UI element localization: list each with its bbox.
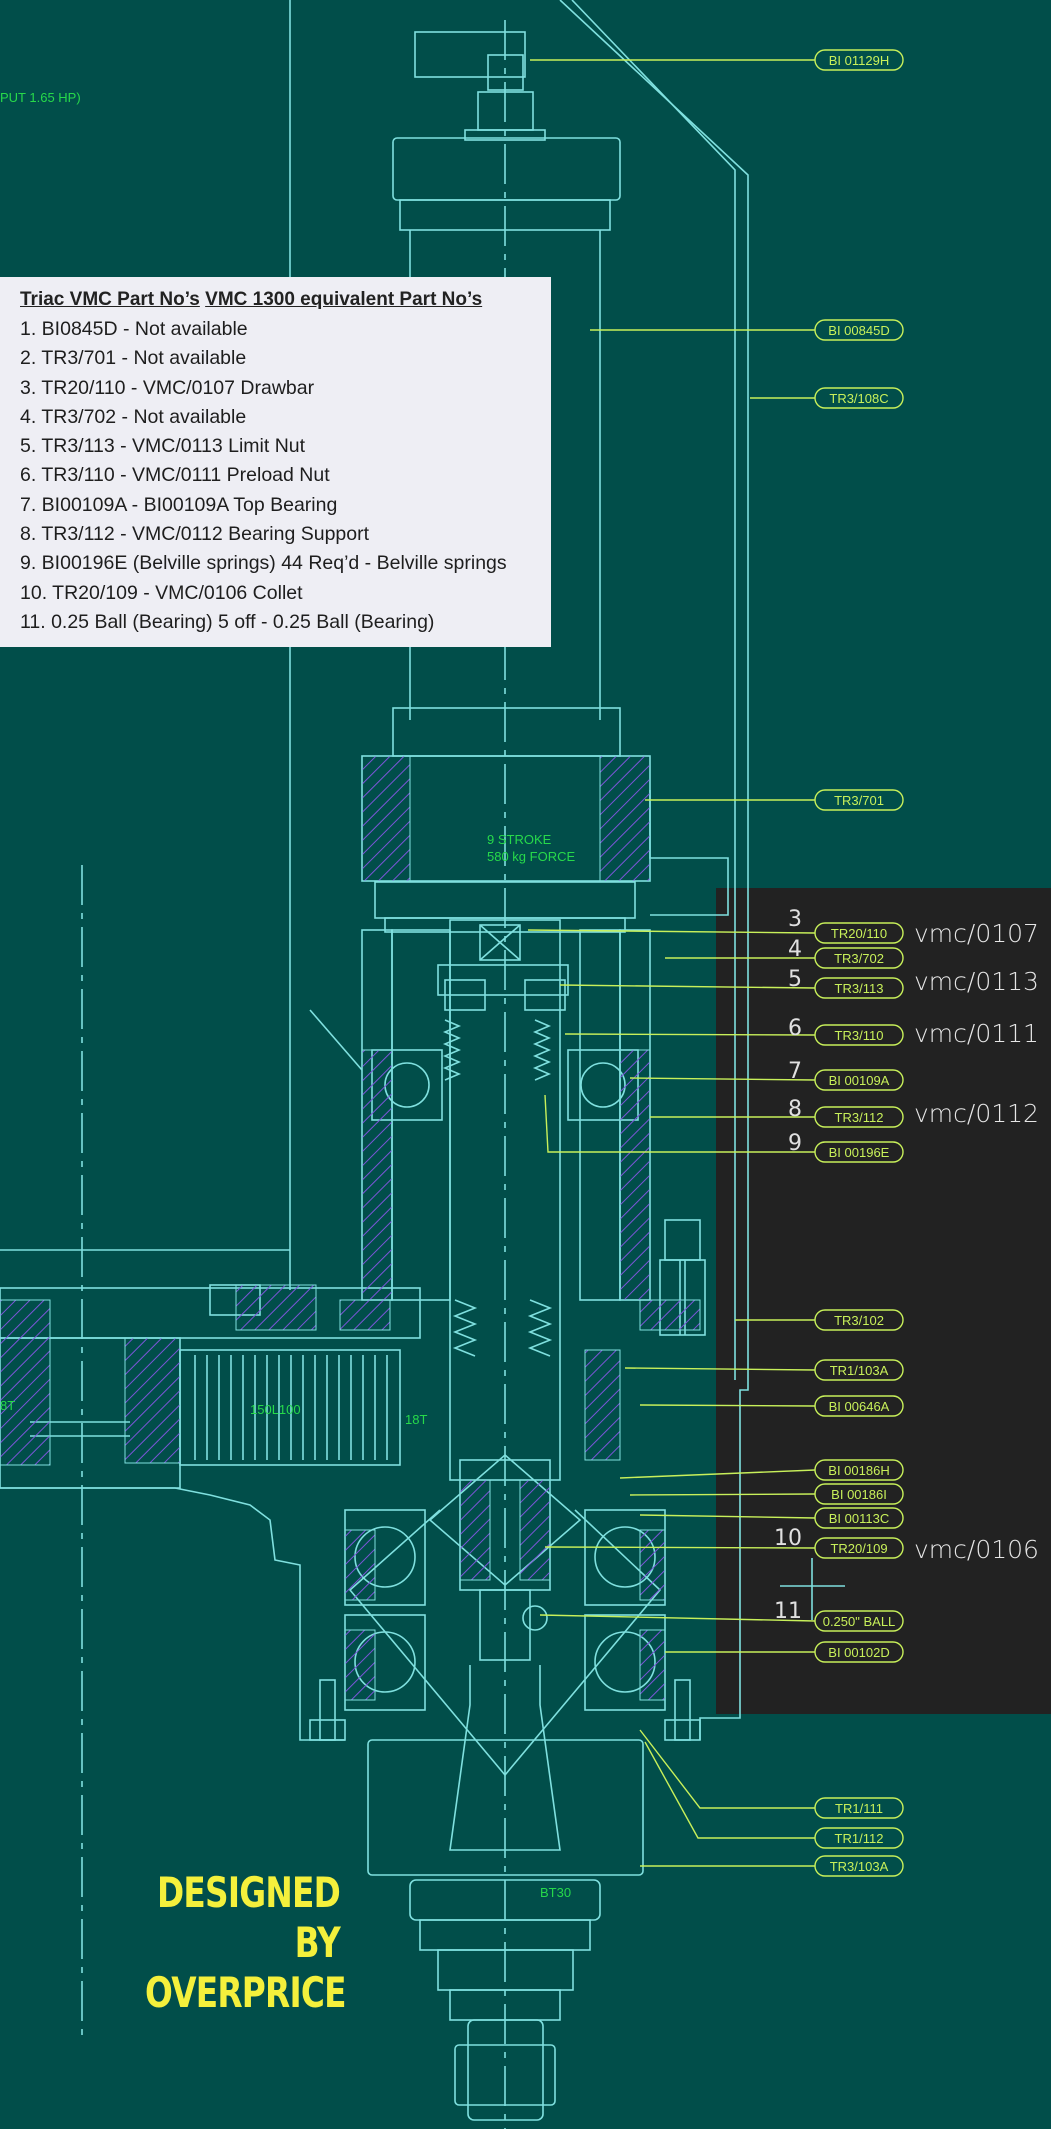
parts-list-item: 11. 0.25 Ball (Bearing) 5 off - 0.25 Bal…	[20, 610, 435, 633]
watermark-line-1: DESIGNED BY	[157, 1868, 341, 1967]
part-tag-label: TR1/112	[835, 1831, 884, 1846]
part-tag-label: BI 00646A	[829, 1399, 890, 1414]
parts-list-item: 3. TR20/110 - VMC/0107 Drawbar	[20, 376, 315, 399]
part-tag: BI 00845D	[814, 319, 904, 341]
part-tag-label: TR3/108C	[829, 391, 888, 406]
part-tag-label: TR3/102	[834, 1313, 884, 1328]
part-tag: BI 01129H	[814, 49, 904, 71]
part-tag: TR3/103A	[814, 1855, 904, 1877]
parts-list-item: 10. TR20/109 - VMC/0106 Collet	[20, 581, 303, 604]
part-tag-label: TR3/702	[834, 951, 884, 966]
part-tag-label: BI 00102D	[828, 1645, 889, 1660]
gear-label: 150L100	[250, 1402, 301, 1417]
part-tag: 0.250" BALL	[814, 1610, 904, 1632]
vmc-part-label: vmc/0107	[914, 919, 1039, 948]
part-tag: TR3/108C	[814, 387, 904, 409]
part-tag: TR1/112	[814, 1827, 904, 1849]
parts-list-panel: Triac VMC Part No’s VMC 1300 equivalent …	[0, 277, 551, 647]
callout-number: 6	[788, 1016, 802, 1041]
vmc-part-label: vmc/0106	[914, 1535, 1039, 1564]
vmc-part-label: vmc/0111	[914, 1019, 1039, 1048]
parts-list-item: 4. TR3/702 - Not available	[20, 405, 247, 428]
parts-list-item: 1. BI0845D - Not available	[20, 318, 248, 340]
force-note: 580 kg FORCE	[487, 849, 575, 864]
heading-vmc: VMC 1300 equivalent Part No’s	[205, 289, 483, 310]
parts-list-item: 8. TR3/112 - VMC/0112 Bearing Support	[20, 523, 370, 546]
part-tag-label: BI 00186I	[831, 1487, 887, 1502]
callout-number: 10	[774, 1526, 802, 1551]
part-tag: TR1/111	[814, 1797, 904, 1819]
heading-triac: Triac VMC Part No’s	[20, 289, 200, 310]
parts-list-heading: Triac VMC Part No’s VMC 1300 equivalent …	[20, 285, 551, 315]
part-tag-label: TR3/112	[835, 1110, 884, 1125]
parts-list-item: 9. BI00196E (Belville springs) 44 Req’d …	[20, 552, 507, 575]
parts-list-item: 7. BI00109A - BI00109A Top Bearing	[20, 493, 338, 516]
taper-label: BT30	[540, 1885, 571, 1900]
part-tag: TR3/701	[814, 789, 904, 811]
part-tag-label: TR1/111	[835, 1801, 883, 1816]
watermark-line-2: OVERPRICE	[145, 1968, 347, 2017]
stroke-note: 9 STROKE	[487, 832, 552, 847]
part-tag-label: TR3/701	[834, 793, 884, 808]
callout-number: 7	[788, 1059, 802, 1084]
part-tag-label: TR3/103A	[830, 1859, 889, 1874]
part-tag-label: TR20/110	[831, 926, 887, 941]
part-tag-label: BI 00196E	[829, 1145, 890, 1160]
part-tag-label: TR3/113	[835, 981, 884, 996]
designed-by-watermark: DESIGNED BY OVERPRICE	[145, 1868, 347, 2018]
callout-panel	[716, 888, 1051, 1714]
part-tag-label: BI 00186H	[828, 1463, 889, 1478]
part-tag-label: BI 00845D	[828, 323, 889, 338]
motor-note: PUT 1.65 HP)	[0, 90, 81, 105]
gear-label-left: 8T	[0, 1398, 15, 1413]
part-tag-label: BI 00109A	[829, 1073, 890, 1088]
callout-number: 11	[774, 1599, 802, 1624]
callout-number: 4	[788, 937, 802, 962]
callout-number: 5	[788, 967, 802, 992]
part-tag-label: TR20/109	[830, 1541, 887, 1556]
part-tag-label: TR1/103A	[830, 1363, 889, 1378]
callout-number: 8	[788, 1097, 802, 1122]
vmc-part-label: vmc/0113	[914, 967, 1039, 996]
parts-list-item: 2. TR3/701 - Not available	[20, 347, 247, 370]
part-tag-label: TR3/110	[835, 1028, 884, 1043]
callout-number: 9	[788, 1131, 802, 1156]
part-tag-label: BI 00113C	[829, 1511, 889, 1526]
parts-list-item: 5. TR3/113 - VMC/0113 Limit Nut	[20, 435, 306, 458]
gear-label-right: 18T	[405, 1412, 427, 1427]
vmc-part-label: vmc/0112	[914, 1099, 1039, 1128]
part-tag-label: BI 01129H	[829, 53, 889, 68]
part-tag-label: 0.250" BALL	[823, 1614, 896, 1629]
parts-list-item: 6. TR3/110 - VMC/0111 Preload Nut	[20, 464, 330, 487]
callout-number: 3	[788, 907, 802, 932]
